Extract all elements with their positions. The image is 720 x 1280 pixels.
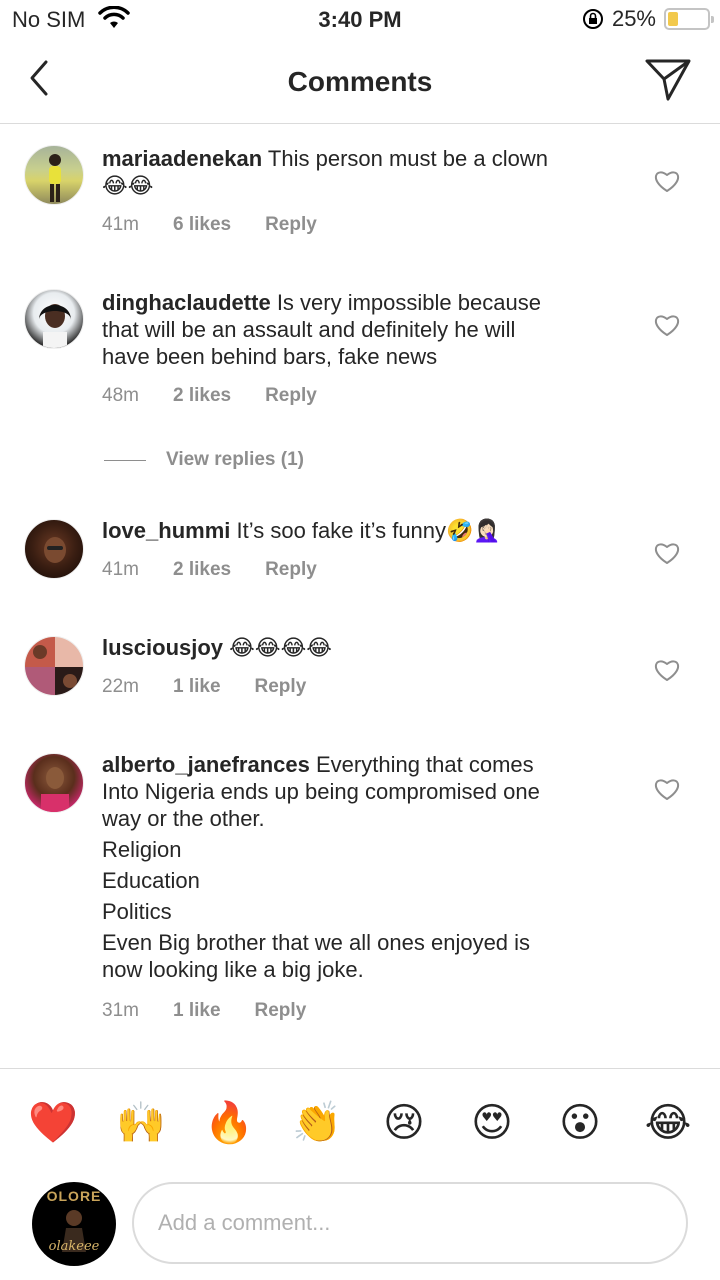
comment-time: 22m: [102, 676, 139, 697]
avatar[interactable]: [24, 519, 84, 579]
comment-text: Politics: [102, 899, 172, 924]
comment-likes[interactable]: 2 likes: [173, 382, 231, 409]
emoji-fire-button[interactable]: 🔥: [204, 1099, 254, 1147]
comment-time: 41m: [102, 559, 139, 580]
comment-text: Everything that comes: [316, 752, 534, 777]
comment-text: This person must be a clown: [267, 146, 548, 171]
comment-username[interactable]: lusciousjoy: [102, 635, 223, 660]
emoji-surprised-button[interactable]: 😮: [556, 1099, 604, 1147]
header: Comments: [0, 40, 720, 124]
heart-icon[interactable]: [654, 658, 680, 682]
emoji-heart-button[interactable]: ❤️: [28, 1099, 78, 1147]
comment-likes[interactable]: 1 like: [173, 997, 221, 1024]
avatar-collage-icon: [25, 637, 83, 695]
orientation-lock-icon: [582, 9, 603, 29]
reply-button[interactable]: Reply: [265, 211, 317, 238]
comment-text: have been behind bars, fake news: [102, 344, 438, 369]
comment-likes[interactable]: 2 likes: [173, 556, 231, 583]
avatar-signature: olakeee: [48, 1239, 100, 1254]
heart-icon[interactable]: [654, 541, 680, 565]
divider: [104, 459, 146, 461]
reply-button[interactable]: Reply: [265, 556, 317, 583]
emoji-crying-button[interactable]: 😢: [380, 1099, 428, 1147]
comment-text: Religion: [102, 837, 182, 862]
heart-icon[interactable]: [654, 313, 680, 337]
comment-text: now looking like a big joke.: [102, 957, 364, 982]
comment-text: Education: [102, 868, 200, 893]
emoji-heart-eyes-button[interactable]: 😍: [468, 1099, 516, 1147]
avatar-person-icon: [41, 767, 69, 812]
quick-emoji-bar: ❤️ 🙌 🔥 👏 😢 😍 😮 😂: [0, 1068, 720, 1174]
comment-likes[interactable]: 6 likes: [173, 211, 231, 238]
avatar-person-icon: [44, 537, 66, 563]
view-replies-label: View replies (1): [166, 449, 304, 470]
heart-icon[interactable]: [654, 169, 680, 193]
battery-percent: 25%: [611, 6, 656, 31]
avatar-person-icon: [49, 154, 61, 202]
comment-time: 31m: [102, 1000, 139, 1021]
comment-likes[interactable]: 1 like: [173, 673, 221, 700]
paper-plane-icon[interactable]: [644, 56, 692, 102]
avatar[interactable]: [24, 145, 84, 205]
status-bar: No SIM 3:40 PM 25%: [0, 0, 720, 40]
comment-text: 😂😂😂😂: [229, 635, 332, 660]
emoji-raised-hands-button[interactable]: 🙌: [116, 1099, 166, 1147]
comment-text: Into Nigeria ends up being compromised o…: [102, 779, 540, 804]
page-title: Comments: [287, 66, 433, 97]
comment-text: Even Big brother that we all ones enjoye…: [102, 930, 531, 955]
avatar[interactable]: [24, 753, 84, 813]
comment-composer: OLORE olakeee: [0, 1174, 720, 1280]
reply-button[interactable]: Reply: [255, 673, 307, 700]
comment-username[interactable]: dinghaclaudette: [102, 290, 271, 315]
comment-username[interactable]: mariaadenekan: [102, 146, 262, 171]
comment-username[interactable]: love_hummi: [102, 518, 230, 543]
avatar[interactable]: [24, 636, 84, 696]
avatar-person-icon: [39, 304, 71, 348]
battery-icon: [664, 8, 714, 30]
reply-button[interactable]: Reply: [265, 382, 317, 409]
comment-text: way or the other.: [102, 806, 265, 831]
emoji-laughing-button[interactable]: 😂: [644, 1099, 692, 1147]
view-replies-button[interactable]: View replies (1): [104, 449, 304, 471]
comment-text: that will be an assault and definitely h…: [102, 317, 516, 342]
comment-text: 😂😂: [102, 173, 154, 198]
my-avatar[interactable]: OLORE olakeee: [32, 1182, 116, 1266]
reply-button[interactable]: Reply: [255, 997, 307, 1024]
emoji-clap-button[interactable]: 👏: [292, 1099, 342, 1147]
comment-text: It’s soo fake it’s funny🤣🤦🏻‍♀️: [236, 518, 501, 543]
comment-username[interactable]: alberto_janefrances: [102, 752, 310, 777]
comment-time: 48m: [102, 385, 139, 406]
heart-icon[interactable]: [654, 777, 680, 801]
avatar[interactable]: [24, 289, 84, 349]
comment-time: 41m: [102, 214, 139, 235]
comment-input[interactable]: [132, 1182, 688, 1264]
battery-level: [668, 12, 678, 26]
comment-text: Is very impossible because: [276, 290, 541, 315]
